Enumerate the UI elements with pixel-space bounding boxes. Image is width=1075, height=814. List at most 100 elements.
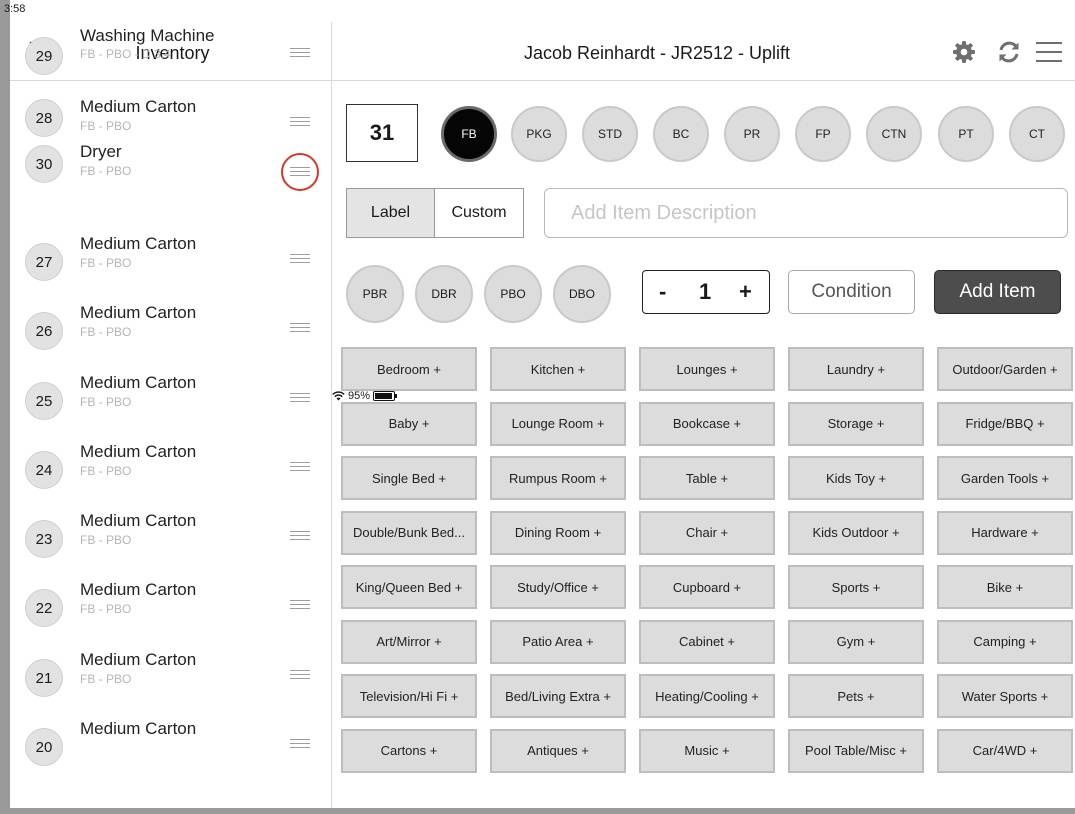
room-button[interactable]: Single Bed +	[341, 456, 477, 500]
condition-pbr[interactable]: PBR	[346, 265, 404, 323]
room-button[interactable]: Fridge/BBQ +	[937, 401, 1073, 446]
item-name: Medium Carton	[80, 650, 197, 669]
category-fp[interactable]: FP	[795, 106, 851, 162]
drag-handle-icon[interactable]	[290, 393, 310, 403]
drag-handle-icon[interactable]	[290, 670, 310, 680]
category-pt[interactable]: PT	[938, 106, 994, 162]
highlight-circle	[281, 153, 319, 191]
room-button[interactable]: Art/Mirror +	[341, 619, 477, 664]
room-button[interactable]: King/Queen Bed +	[341, 565, 477, 609]
room-button[interactable]: Music +	[639, 728, 775, 773]
room-button[interactable]: Cabinet +	[639, 619, 775, 664]
room-button[interactable]: Car/4WD +	[937, 728, 1073, 773]
room-button[interactable]: Bike +	[937, 565, 1073, 609]
room-button[interactable]: Camping +	[937, 619, 1073, 664]
room-button[interactable]: Bed/Living Extra +	[490, 674, 626, 718]
item-subtitle: FB - PBO	[80, 395, 132, 409]
room-button[interactable]: Kitchen +	[490, 347, 626, 391]
room-button[interactable]: Lounges +	[639, 347, 775, 391]
item-subtitle: FB - PBO	[80, 672, 132, 686]
category-pkg[interactable]: PKG	[511, 106, 567, 162]
condition-dbo[interactable]: DBO	[553, 265, 611, 323]
list-item[interactable]: 25 Medium Carton FB - PBO	[10, 373, 331, 433]
room-button[interactable]: Water Sports +	[937, 674, 1073, 718]
room-button[interactable]: Cupboard +	[639, 565, 775, 609]
room-button[interactable]: Sports +	[788, 565, 924, 609]
item-number-badge: 29	[25, 37, 63, 75]
category-bc[interactable]: BC	[653, 106, 709, 162]
room-button[interactable]: Antiques +	[490, 728, 626, 773]
room-button[interactable]: Table +	[639, 456, 775, 500]
room-button[interactable]: Storage +	[788, 401, 924, 446]
add-item-button[interactable]: Add Item	[934, 270, 1061, 314]
drag-handle-icon[interactable]	[290, 323, 310, 333]
room-button[interactable]: Rumpus Room +	[490, 456, 626, 500]
list-item[interactable]: 20 Medium Carton	[10, 719, 331, 779]
room-button[interactable]: Double/Bunk Bed...	[341, 510, 477, 555]
room-button[interactable]: Baby +	[341, 401, 477, 446]
room-button[interactable]: Lounge Room +	[490, 401, 626, 446]
list-item[interactable]: 24 Medium Carton FB - PBO	[10, 442, 331, 502]
item-number-badge: 22	[25, 589, 63, 627]
condition-button[interactable]: Condition	[788, 270, 915, 314]
inventory-panel: Inventory 29 Washing Machine FB - PBO - D …	[10, 22, 332, 808]
drag-handle-icon[interactable]	[290, 117, 310, 127]
room-button[interactable]: Patio Area +	[490, 619, 626, 664]
room-button[interactable]: Pool Table/Misc +	[788, 728, 924, 773]
item-description-input[interactable]: Add Item Description	[544, 188, 1068, 238]
category-fb[interactable]: FB	[441, 106, 497, 162]
room-button[interactable]: Garden Tools +	[937, 456, 1073, 500]
drag-handle-icon[interactable]	[290, 531, 310, 541]
room-button[interactable]: Pets +	[788, 674, 924, 718]
room-button[interactable]: Hardware +	[937, 510, 1073, 555]
drag-handle-icon[interactable]	[290, 254, 310, 264]
condition-pbo[interactable]: PBO	[484, 265, 542, 323]
category-std[interactable]: STD	[582, 106, 638, 162]
list-item[interactable]: 26 Medium Carton FB - PBO	[10, 303, 331, 363]
menu-icon[interactable]	[1034, 39, 1064, 65]
list-item[interactable]: 29 Washing Machine FB - PBO - D 3,4	[10, 26, 331, 88]
category-ct[interactable]: CT	[1009, 106, 1065, 162]
custom-tab[interactable]: Custom	[434, 188, 524, 238]
category-ctn[interactable]: CTN	[866, 106, 922, 162]
item-subtitle: FB - PBO	[80, 164, 132, 178]
increment-button[interactable]: +	[739, 279, 752, 305]
item-number: 31	[346, 104, 418, 162]
decrement-button[interactable]: -	[659, 279, 666, 305]
item-name: Dryer	[80, 142, 122, 161]
room-button[interactable]: Television/Hi Fi +	[341, 674, 477, 718]
quantity-stepper[interactable]: - 1 +	[642, 270, 770, 314]
gear-icon[interactable]	[951, 39, 977, 65]
status-time: 3:58	[4, 3, 26, 15]
item-number-badge: 23	[25, 520, 63, 558]
label-tab[interactable]: Label	[346, 188, 435, 238]
room-button[interactable]: Gym +	[788, 619, 924, 664]
drag-handle-icon[interactable]	[290, 600, 310, 610]
list-item[interactable]: 27 Medium Carton FB - PBO	[10, 234, 331, 294]
room-button[interactable]: Kids Toy +	[788, 456, 924, 500]
room-button[interactable]: Heating/Cooling +	[639, 674, 775, 718]
list-item[interactable]: 30 Dryer FB - PBO	[10, 142, 331, 205]
room-button[interactable]: Outdoor/Garden +	[937, 347, 1073, 391]
drag-handle-icon[interactable]	[290, 462, 310, 472]
category-pr[interactable]: PR	[724, 106, 780, 162]
list-item[interactable]: 23 Medium Carton FB - PBO	[10, 511, 331, 571]
room-button[interactable]: Bookcase +	[639, 401, 775, 446]
item-subtitle: FB - PBO - D 3,4	[80, 47, 171, 61]
condition-dbr[interactable]: DBR	[415, 265, 473, 323]
room-button[interactable]: Cartons +	[341, 728, 477, 773]
list-item[interactable]: 21 Medium Carton FB - PBO	[10, 650, 331, 710]
room-button[interactable]: Chair +	[639, 510, 775, 555]
item-name: Medium Carton	[80, 511, 197, 530]
room-button[interactable]: Bedroom +	[341, 347, 477, 391]
drag-handle-icon[interactable]	[290, 739, 310, 749]
drag-handle-icon[interactable]	[290, 48, 310, 58]
list-item[interactable]: 22 Medium Carton FB - PBO	[10, 580, 331, 640]
room-button[interactable]: Laundry +	[788, 347, 924, 391]
room-button[interactable]: Kids Outdoor +	[788, 510, 924, 555]
job-header: Jacob Reinhardt - JR2512 - Uplift	[332, 22, 1075, 81]
room-button[interactable]: Dining Room +	[490, 510, 626, 555]
item-name: Washing Machine	[80, 26, 215, 45]
room-button[interactable]: Study/Office +	[490, 565, 626, 609]
refresh-icon[interactable]	[996, 39, 1022, 65]
